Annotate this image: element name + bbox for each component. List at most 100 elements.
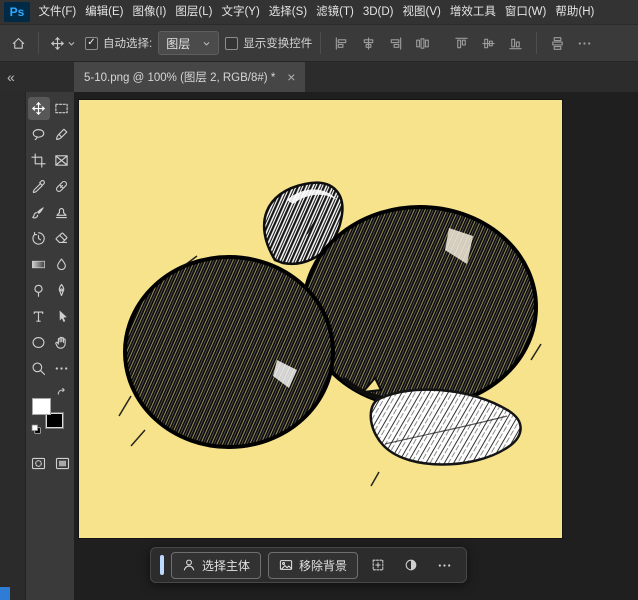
image-icon (279, 558, 293, 572)
toolbar-bottom (27, 452, 73, 475)
photoshop-window: Ps 文件(F) 编辑(E) 图像(I) 图层(L) 文字(Y) 选择(S) 滤镜(T) 3D… (0, 0, 638, 600)
contextual-task-bar: 选择主体 移除背景 (150, 547, 468, 583)
menu-item[interactable]: 滤镜(T) (312, 0, 359, 24)
tab-bar: « 5-10.png @ 100% (图层 2, RGB/8#) * × (0, 62, 638, 92)
tool-clone-stamp[interactable] (51, 201, 73, 224)
home-button[interactable] (6, 31, 30, 55)
tool-rectangular-marquee[interactable] (51, 97, 73, 120)
task-bar-handle[interactable] (160, 555, 164, 575)
document-tab[interactable]: 5-10.png @ 100% (图层 2, RGB/8#) * × (74, 62, 306, 92)
screen-mode-button[interactable] (51, 452, 73, 475)
default-colors-icon[interactable] (31, 424, 42, 435)
align-group-1 (329, 31, 435, 55)
left-fruit (123, 255, 335, 449)
tool-edit-toolbar[interactable] (51, 357, 73, 380)
tool-hand[interactable] (51, 331, 73, 354)
auto-select-checkbox[interactable]: ✓ (85, 36, 98, 50)
auto-select-label: 自动选择: (103, 38, 153, 50)
tool-eyedropper[interactable] (28, 175, 50, 198)
left-dock-gutter (0, 92, 26, 600)
tool-path-selection[interactable] (51, 305, 73, 328)
align-left-edges-icon[interactable] (329, 31, 354, 55)
check-icon: ✓ (87, 37, 96, 48)
color-swatches (31, 386, 69, 436)
align-top-edges-icon[interactable] (449, 31, 474, 55)
person-icon (182, 558, 196, 572)
quick-mask-button[interactable] (27, 452, 49, 475)
tool-pen[interactable] (51, 279, 73, 302)
tool-grid (27, 97, 73, 380)
tool-blur[interactable] (51, 253, 73, 276)
tab-gutter: « (0, 62, 74, 92)
menu-item[interactable]: 文件(F) (34, 0, 81, 24)
swap-colors-icon[interactable] (56, 386, 68, 398)
menu-item[interactable]: 编辑(E) (81, 0, 128, 24)
auto-select-toggle[interactable]: ✓ 自动选择: (85, 35, 152, 51)
current-tool-selector[interactable] (47, 34, 79, 53)
chevron-down-icon (67, 39, 76, 48)
tool-move[interactable] (27, 97, 50, 120)
menu-item[interactable]: 选择(S) (264, 0, 311, 24)
tool-lasso[interactable] (28, 123, 50, 146)
show-transform-label: 显示变换控件 (243, 38, 313, 50)
menu-item[interactable]: 文字(Y) (217, 0, 264, 24)
select-subject-label: 选择主体 (202, 558, 251, 573)
separator (320, 32, 322, 54)
more-options-button[interactable] (431, 552, 457, 578)
tool-history-brush[interactable] (28, 227, 50, 250)
align-more-icon[interactable] (572, 31, 597, 55)
home-icon (11, 36, 26, 51)
adjustments-button[interactable] (398, 552, 424, 578)
tool-ellipse-shape[interactable] (28, 331, 50, 354)
options-bar: ✓ 自动选择: 图层 显示变换控件 (0, 24, 638, 62)
status-accent (0, 587, 10, 600)
menu-item[interactable]: 3D(D) (358, 0, 398, 24)
align-right-edges-icon[interactable] (383, 31, 408, 55)
tool-type[interactable] (28, 305, 50, 328)
foreground-color-swatch[interactable] (32, 398, 51, 415)
document-image[interactable] (79, 100, 562, 538)
show-transform-checkbox[interactable] (225, 36, 239, 50)
align-horizontal-centers-icon[interactable] (356, 31, 381, 55)
menu-item[interactable]: 图层(L) (171, 0, 217, 24)
move-tool-icon (50, 36, 65, 51)
tool-zoom[interactable] (28, 357, 50, 380)
align-vertical-centers-icon[interactable] (476, 31, 501, 55)
menu-items: 文件(F) 编辑(E) 图像(I) 图层(L) 文字(Y) 选择(S) 滤镜(T) 3D(D)… (34, 0, 599, 24)
main-area: 选择主体 移除背景 (0, 92, 638, 600)
tool-brush[interactable] (28, 201, 50, 224)
menu-item[interactable]: 增效工具 (445, 0, 500, 24)
remove-background-label: 移除背景 (299, 558, 348, 573)
align-bottom-edges-icon[interactable] (503, 31, 528, 55)
show-transform-toggle[interactable]: 显示变换控件 (225, 35, 312, 51)
tool-dodge[interactable] (28, 279, 50, 302)
align-group-2 (449, 31, 528, 55)
chevron-down-icon (202, 39, 211, 48)
menu-bar: Ps 文件(F) 编辑(E) 图像(I) 图层(L) 文字(Y) 选择(S) 滤镜(T) 3D… (0, 0, 638, 24)
distribute-vertical-centers-icon[interactable] (545, 31, 570, 55)
distribute-horizontal-centers-icon[interactable] (410, 31, 435, 55)
tool-object-selection[interactable] (51, 123, 73, 146)
menu-item[interactable]: 图像(I) (128, 0, 171, 24)
close-tab-button[interactable]: × (287, 70, 295, 84)
menu-item[interactable]: 帮助(H) (551, 0, 599, 24)
tool-gradient[interactable] (28, 253, 50, 276)
tool-crop[interactable] (28, 149, 50, 172)
tool-frame[interactable] (51, 149, 73, 172)
menu-item[interactable]: 视图(V) (398, 0, 445, 24)
document-title: 5-10.png @ 100% (图层 2, RGB/8#) * (84, 72, 276, 84)
menu-item[interactable]: 窗口(W) (500, 0, 551, 24)
target-layer-dropdown[interactable]: 图层 (158, 31, 220, 55)
tool-healing-brush[interactable] (51, 175, 73, 198)
separator (38, 32, 39, 54)
collapse-panels-button[interactable]: « (7, 69, 15, 85)
canvas-area[interactable]: 选择主体 移除背景 (74, 92, 638, 600)
select-subject-button[interactable]: 选择主体 (171, 551, 262, 579)
separator (536, 32, 538, 54)
photoshop-logo: Ps (4, 2, 30, 22)
tools-panel (26, 92, 74, 600)
remove-background-button[interactable]: 移除背景 (268, 551, 359, 579)
right-fruit (302, 205, 538, 409)
tool-eraser[interactable] (51, 227, 73, 250)
transform-image-button[interactable] (365, 552, 391, 578)
